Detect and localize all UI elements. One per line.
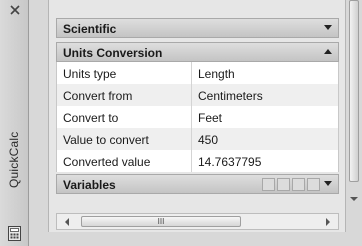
edit-variable-icon[interactable] (277, 178, 290, 191)
close-icon[interactable] (9, 4, 21, 16)
table-row[interactable]: Converted value 14.7637795 (57, 150, 338, 172)
table-row[interactable]: Convert from Centimeters (57, 84, 338, 106)
palette-frame: Scientific Units Conversion Units type L… (29, 0, 362, 246)
row-label: Units type (57, 62, 192, 84)
units-conversion-table: Units type Length Convert from Centimete… (56, 62, 339, 172)
vertical-scrollbar[interactable] (346, 0, 362, 210)
row-label: Convert from (57, 84, 192, 106)
scroll-down-icon[interactable] (350, 197, 358, 201)
table-row[interactable]: Units type Length (57, 62, 338, 84)
chevron-down-icon[interactable] (324, 181, 332, 186)
scrollbar-thumb[interactable] (349, 0, 359, 182)
convert-from-value[interactable]: Centimeters (192, 84, 338, 106)
section-variables[interactable]: Variables (56, 174, 339, 194)
table-row[interactable]: Convert to Feet (57, 106, 338, 128)
section-units-conversion[interactable]: Units Conversion (56, 42, 339, 62)
units-type-value[interactable]: Length (192, 62, 338, 84)
row-label: Convert to (57, 106, 192, 128)
palette-title-strip: QuickCalc (0, 0, 29, 246)
scroll-right-icon[interactable] (326, 218, 330, 226)
chevron-up-icon[interactable] (324, 49, 332, 54)
calculator-variable-icon[interactable] (307, 178, 320, 191)
table-row[interactable]: Value to convert 450 (57, 128, 338, 150)
scroll-left-icon[interactable] (65, 218, 69, 226)
convert-to-value[interactable]: Feet (192, 106, 338, 128)
new-variable-icon[interactable] (262, 178, 275, 191)
chevron-down-icon[interactable] (324, 25, 332, 30)
section-scientific[interactable]: Scientific (56, 18, 339, 38)
row-label: Converted value (57, 150, 192, 172)
converted-value: 14.7637795 (198, 155, 262, 169)
calculator-icon[interactable] (8, 226, 21, 241)
horizontal-scrollbar[interactable]: III (56, 213, 339, 230)
variables-toolbar (262, 178, 320, 191)
row-label: Value to convert (57, 128, 192, 150)
delete-variable-icon[interactable] (292, 178, 305, 191)
value-to-convert-field[interactable]: 450 (192, 128, 338, 150)
scrollbar-thumb[interactable]: III (81, 216, 241, 227)
